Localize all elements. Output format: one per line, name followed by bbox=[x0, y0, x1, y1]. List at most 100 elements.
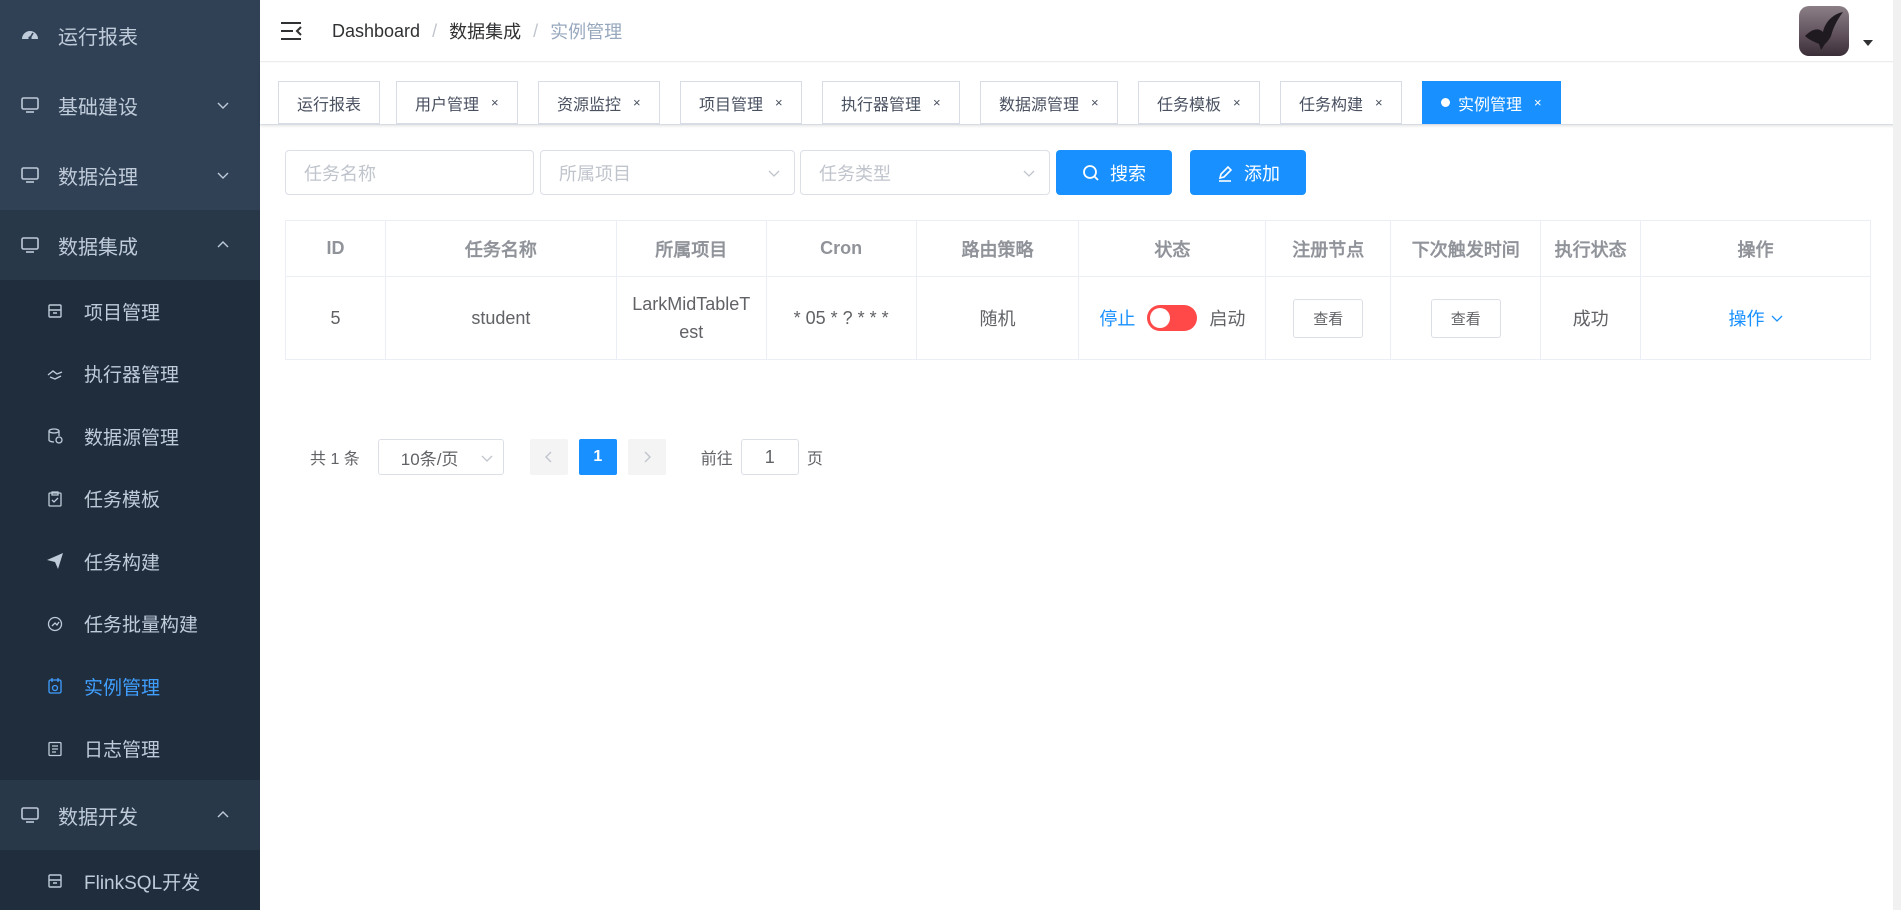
close-icon[interactable]: × bbox=[775, 95, 783, 110]
tag-label: 用户管理 bbox=[415, 96, 480, 114]
sidebar-item-project-management[interactable]: 项目管理 bbox=[0, 280, 260, 343]
chevron-down-icon bbox=[1771, 315, 1783, 322]
page-size-select[interactable]: 10条/页 bbox=[377, 439, 504, 475]
task-name-input[interactable]: 任务名称 bbox=[285, 150, 534, 195]
tag-executor-management[interactable]: 执行器管理 × bbox=[822, 81, 960, 124]
sidebar-item-datasource-management[interactable]: 数据源管理 bbox=[0, 405, 260, 468]
menu-label: 运行报表 bbox=[58, 26, 138, 49]
breadcrumb-dashboard[interactable]: Dashboard bbox=[332, 21, 420, 42]
menu-data-integration[interactable]: 数据集成 bbox=[0, 210, 260, 280]
header-exec-status: 执行状态 bbox=[1540, 220, 1642, 277]
sidebar-item-task-template[interactable]: 任务模板 bbox=[0, 468, 260, 531]
cell-status: 停止 启动 bbox=[1078, 276, 1267, 360]
search-button[interactable]: 搜索 bbox=[1056, 150, 1172, 195]
cell-registered-nodes: 查看 bbox=[1265, 276, 1392, 360]
chevron-down-icon bbox=[768, 170, 780, 177]
submenu-data-integration: 项目管理 执行器管理 数据源管理 任务模板 任务构建 任务批量构建 实例管理 日… bbox=[0, 280, 260, 780]
prev-page-button[interactable] bbox=[529, 439, 568, 475]
avatar[interactable] bbox=[1799, 6, 1849, 56]
operation-dropdown[interactable]: 操作 bbox=[1729, 305, 1783, 331]
log-icon bbox=[46, 740, 64, 758]
view-nodes-button[interactable]: 查看 bbox=[1293, 298, 1364, 338]
status-on-label: 启动 bbox=[1209, 309, 1246, 329]
tag-label: 实例管理 bbox=[1458, 96, 1523, 114]
project-select[interactable]: 所属项目 bbox=[540, 150, 795, 195]
task-type-placeholder: 任务类型 bbox=[819, 163, 891, 184]
header-route: 路由策略 bbox=[915, 220, 1080, 277]
project-placeholder: 所属项目 bbox=[559, 163, 631, 184]
tag-project-management[interactable]: 项目管理 × bbox=[680, 81, 802, 124]
monitor-icon bbox=[20, 95, 40, 115]
tag-task-build[interactable]: 任务构建 × bbox=[1280, 81, 1402, 124]
header-registered-nodes: 注册节点 bbox=[1265, 220, 1392, 277]
sidebar-item-flinksql[interactable]: FlinkSQL开发 bbox=[0, 850, 260, 910]
switch-knob bbox=[1150, 308, 1171, 328]
search-icon bbox=[1083, 164, 1099, 181]
monitor-icon bbox=[20, 165, 40, 185]
status-off-label: 停止 bbox=[1099, 309, 1136, 329]
close-icon[interactable]: × bbox=[1375, 95, 1383, 110]
cell-operation: 操作 bbox=[1640, 276, 1871, 360]
close-icon[interactable]: × bbox=[1233, 95, 1241, 110]
close-icon[interactable]: × bbox=[633, 95, 641, 110]
goto-page-input[interactable]: 1 bbox=[740, 439, 799, 475]
sidebar-item-log-management[interactable]: 日志管理 bbox=[0, 718, 260, 781]
header-id: ID bbox=[285, 220, 386, 277]
task-name-placeholder: 任务名称 bbox=[304, 163, 376, 184]
sidebar-item-instance-management[interactable]: 实例管理 bbox=[0, 655, 260, 718]
executor-icon bbox=[46, 365, 64, 383]
sidebar-item-task-build[interactable]: 任务构建 bbox=[0, 530, 260, 593]
vertical-scrollbar[interactable] bbox=[1893, 0, 1901, 910]
header-task-name: 任务名称 bbox=[384, 220, 617, 277]
eagle-icon bbox=[1805, 12, 1843, 50]
close-icon[interactable]: × bbox=[1534, 95, 1542, 110]
search-button-label: 搜索 bbox=[1110, 163, 1146, 184]
datasource-icon bbox=[46, 427, 64, 445]
header-operation: 操作 bbox=[1640, 220, 1871, 277]
close-icon[interactable]: × bbox=[933, 95, 941, 110]
sidebar-item-label: FlinkSQL开发 bbox=[84, 872, 201, 894]
instance-icon bbox=[46, 677, 64, 695]
project-text: LarkMidTableTest bbox=[632, 294, 751, 342]
tag-run-report[interactable]: 运行报表 bbox=[278, 81, 381, 124]
task-type-select[interactable]: 任务类型 bbox=[800, 150, 1050, 195]
breadcrumb: Dashboard / 数据集成 / 实例管理 bbox=[332, 18, 622, 44]
pagination: 共 1 条 10条/页 1 前往 1 页 bbox=[310, 439, 823, 475]
view-next-trigger-button[interactable]: 查看 bbox=[1430, 298, 1501, 338]
status-switch[interactable] bbox=[1147, 305, 1198, 331]
close-icon[interactable]: × bbox=[1091, 95, 1099, 110]
menu-data-governance[interactable]: 数据治理 bbox=[0, 140, 260, 210]
tag-task-template[interactable]: 任务模板 × bbox=[1138, 81, 1260, 124]
tag-resource-monitor[interactable]: 资源监控 × bbox=[538, 81, 660, 124]
sidebar-item-executor-management[interactable]: 执行器管理 bbox=[0, 343, 260, 406]
tag-datasource-management[interactable]: 数据源管理 × bbox=[980, 81, 1118, 124]
menu-infrastructure[interactable]: 基础建设 bbox=[0, 70, 260, 140]
breadcrumb-data-integration[interactable]: 数据集成 bbox=[449, 18, 521, 44]
cell-route: 随机 bbox=[915, 276, 1080, 360]
next-page-button[interactable] bbox=[627, 439, 666, 475]
menu-data-development[interactable]: 数据开发 bbox=[0, 780, 260, 850]
sidebar-item-label: 项目管理 bbox=[84, 302, 161, 324]
chevron-left-icon bbox=[544, 451, 552, 463]
menu-run-report[interactable]: 运行报表 bbox=[0, 0, 260, 70]
header-status: 状态 bbox=[1078, 220, 1267, 277]
hamburger-icon[interactable] bbox=[280, 20, 302, 42]
sidebar-item-label: 实例管理 bbox=[84, 677, 161, 699]
caret-down-icon[interactable] bbox=[1863, 40, 1873, 46]
tag-label: 任务模板 bbox=[1157, 96, 1222, 114]
page-size-value: 10条/页 bbox=[400, 449, 459, 469]
close-icon[interactable]: × bbox=[491, 95, 499, 110]
sidebar-item-batch-build[interactable]: 任务批量构建 bbox=[0, 593, 260, 656]
breadcrumb-instance-management: 实例管理 bbox=[550, 22, 623, 42]
add-button[interactable]: 添加 bbox=[1190, 150, 1306, 195]
tag-instance-management[interactable]: 实例管理 × bbox=[1422, 81, 1561, 124]
chevron-down-icon bbox=[217, 172, 229, 179]
sidebar: 运行报表 基础建设 数据治理 数据集成 项目管理 执行器管理 数据源管理 任务模… bbox=[0, 0, 260, 910]
status-switch-group: 停止 启动 bbox=[1099, 305, 1245, 331]
header-next-trigger: 下次触发时间 bbox=[1390, 220, 1542, 277]
table-row: 5 student LarkMidTableTest * 05 * ? * * … bbox=[285, 276, 1871, 360]
project-icon bbox=[46, 872, 64, 890]
page-number-current[interactable]: 1 bbox=[578, 439, 617, 475]
add-button-label: 添加 bbox=[1244, 163, 1280, 184]
tag-user-management[interactable]: 用户管理 × bbox=[396, 81, 518, 124]
